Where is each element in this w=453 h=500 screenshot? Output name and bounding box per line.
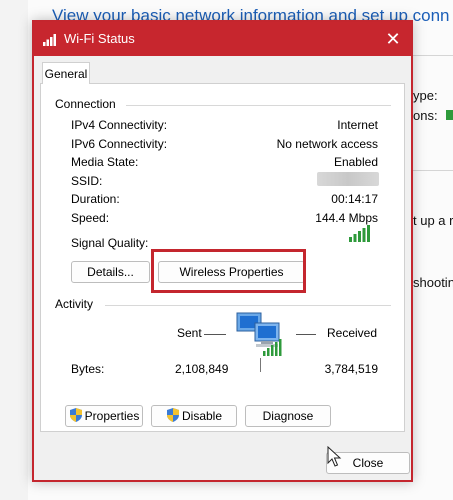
bg-setup-connection-link[interactable]: t up a r bbox=[413, 213, 453, 228]
media-state-label: Media State: bbox=[71, 155, 139, 169]
uac-shield-icon bbox=[69, 408, 82, 422]
connection-divider bbox=[126, 105, 391, 106]
bg-access-type-label: ype: bbox=[413, 88, 438, 103]
ipv4-value: Internet bbox=[337, 118, 378, 132]
properties-button-label: Properties bbox=[84, 409, 140, 423]
highlight-annotation bbox=[151, 249, 306, 293]
dialog-title: Wi-Fi Status bbox=[64, 31, 135, 46]
duration-value: 00:14:17 bbox=[331, 192, 378, 206]
media-state-value: Enabled bbox=[333, 155, 378, 169]
ipv6-label: IPv6 Connectivity: bbox=[71, 137, 168, 151]
activity-heading: Activity bbox=[55, 297, 94, 311]
disable-button[interactable]: Disable bbox=[151, 405, 237, 427]
diagnose-button[interactable]: Diagnose bbox=[245, 405, 331, 427]
sent-line bbox=[204, 334, 226, 335]
bg-troubleshoot-link[interactable]: shootin bbox=[413, 275, 453, 290]
bytes-label: Bytes: bbox=[71, 362, 105, 376]
sent-label: Sent bbox=[177, 326, 202, 340]
bg-divider bbox=[412, 170, 453, 171]
dialog-titlebar[interactable]: Wi-Fi Status ✕ bbox=[34, 22, 411, 56]
properties-button[interactable]: Properties bbox=[65, 405, 143, 427]
signal-quality-icon bbox=[349, 225, 370, 242]
bytes-separator bbox=[260, 358, 261, 372]
bg-signal-icon bbox=[446, 110, 453, 120]
bg-connections-label: ons: bbox=[413, 108, 438, 123]
disable-button-label: Disable bbox=[181, 409, 223, 423]
close-icon[interactable]: ✕ bbox=[375, 22, 411, 56]
signal-quality-label: Signal Quality: bbox=[71, 236, 149, 250]
speed-value: 144.4 Mbps bbox=[315, 211, 378, 225]
details-button[interactable]: Details... bbox=[71, 261, 150, 283]
network-computers-icon bbox=[236, 312, 282, 356]
tab-general[interactable]: General bbox=[42, 62, 90, 84]
speed-label: Speed: bbox=[71, 211, 110, 225]
received-label: Received bbox=[327, 326, 378, 340]
activity-divider bbox=[105, 305, 391, 306]
bg-left-strip bbox=[0, 0, 28, 500]
wifi-signal-icon bbox=[43, 34, 56, 46]
received-line bbox=[296, 334, 316, 335]
ssid-redacted bbox=[317, 172, 379, 186]
uac-shield-icon bbox=[166, 408, 179, 422]
bytes-received-value: 3,784,519 bbox=[324, 362, 378, 376]
connection-heading: Connection bbox=[55, 97, 116, 111]
bytes-sent-value: 2,108,849 bbox=[175, 362, 229, 376]
ipv6-value: No network access bbox=[276, 137, 378, 151]
duration-label: Duration: bbox=[71, 192, 120, 206]
ipv4-label: IPv4 Connectivity: bbox=[71, 118, 168, 132]
mouse-pointer-icon bbox=[327, 446, 342, 467]
ssid-label: SSID: bbox=[71, 174, 103, 188]
bg-divider bbox=[412, 55, 453, 56]
